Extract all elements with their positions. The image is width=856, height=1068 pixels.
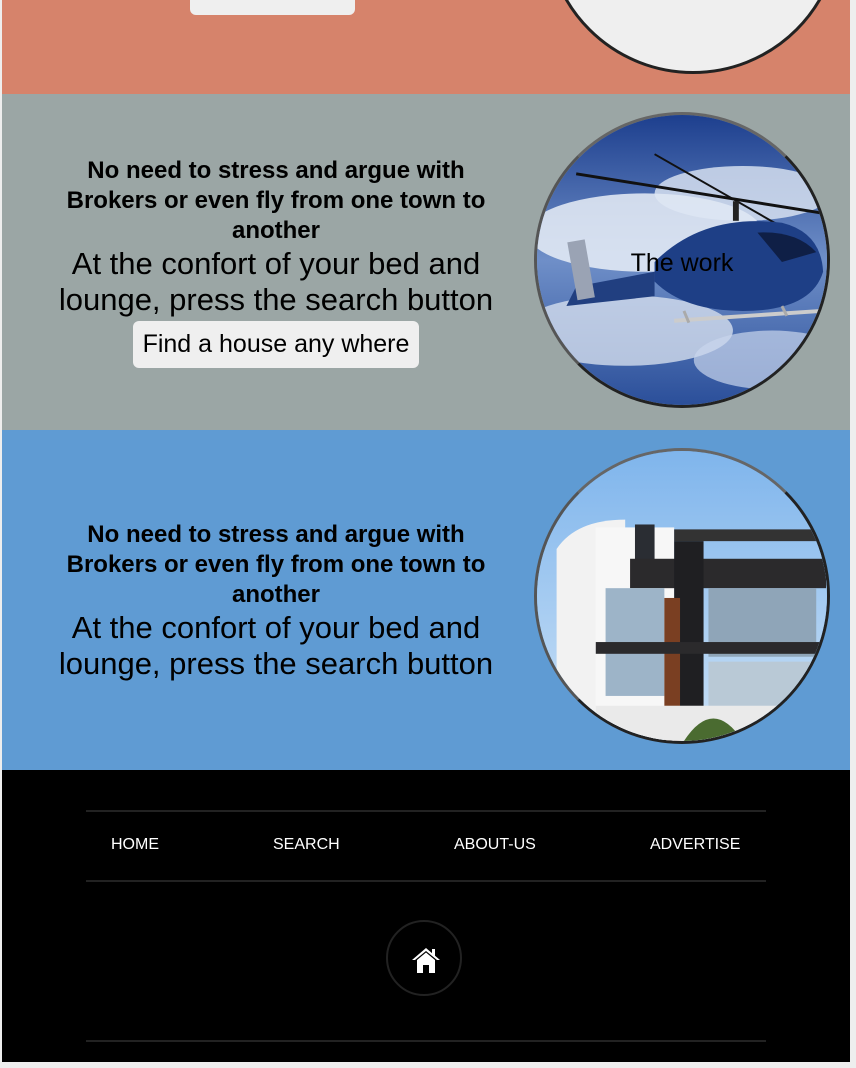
house-image xyxy=(534,448,830,744)
nav-home-link[interactable]: HOME xyxy=(111,836,159,854)
find-house-button[interactable]: Find a house xyxy=(190,0,355,15)
modern-house-photo-illustration xyxy=(537,451,827,741)
find-house-anywhere-button[interactable]: Find a house any where xyxy=(132,321,420,368)
helicopter-image: The work xyxy=(534,112,830,408)
nav-about-us-link[interactable]: ABOUT-US xyxy=(454,836,536,854)
nav-advertise-link[interactable]: ADVERTISE xyxy=(650,836,740,854)
section-house: No need to stress and argue with Brokers… xyxy=(2,430,850,770)
image-caption: The work xyxy=(630,249,734,277)
footer-divider xyxy=(86,1040,766,1042)
page: Find a house No need to stress and argue… xyxy=(2,0,850,1062)
home-icon xyxy=(412,948,440,973)
footer: HOME SEARCH ABOUT-US ADVERTISE xyxy=(2,770,850,1062)
section-headline: No need to stress and argue with Brokers… xyxy=(66,157,486,244)
home-button[interactable] xyxy=(386,920,462,996)
image-circle-top xyxy=(545,0,841,74)
footer-nav: HOME SEARCH ABOUT-US ADVERTISE xyxy=(86,810,766,882)
section-top: Find a house xyxy=(2,0,850,94)
section-text: No need to stress and argue with Brokers… xyxy=(36,520,516,682)
section-text: No need to stress and argue with Brokers… xyxy=(36,156,516,368)
nav-search-link[interactable]: SEARCH xyxy=(273,836,340,854)
section-helicopter: No need to stress and argue with Brokers… xyxy=(2,94,850,430)
section-headline: No need to stress and argue with Brokers… xyxy=(66,521,486,608)
section-subline: At the confort of your bed and lounge, p… xyxy=(58,246,494,317)
section-subline: At the confort of your bed and lounge, p… xyxy=(58,610,494,681)
